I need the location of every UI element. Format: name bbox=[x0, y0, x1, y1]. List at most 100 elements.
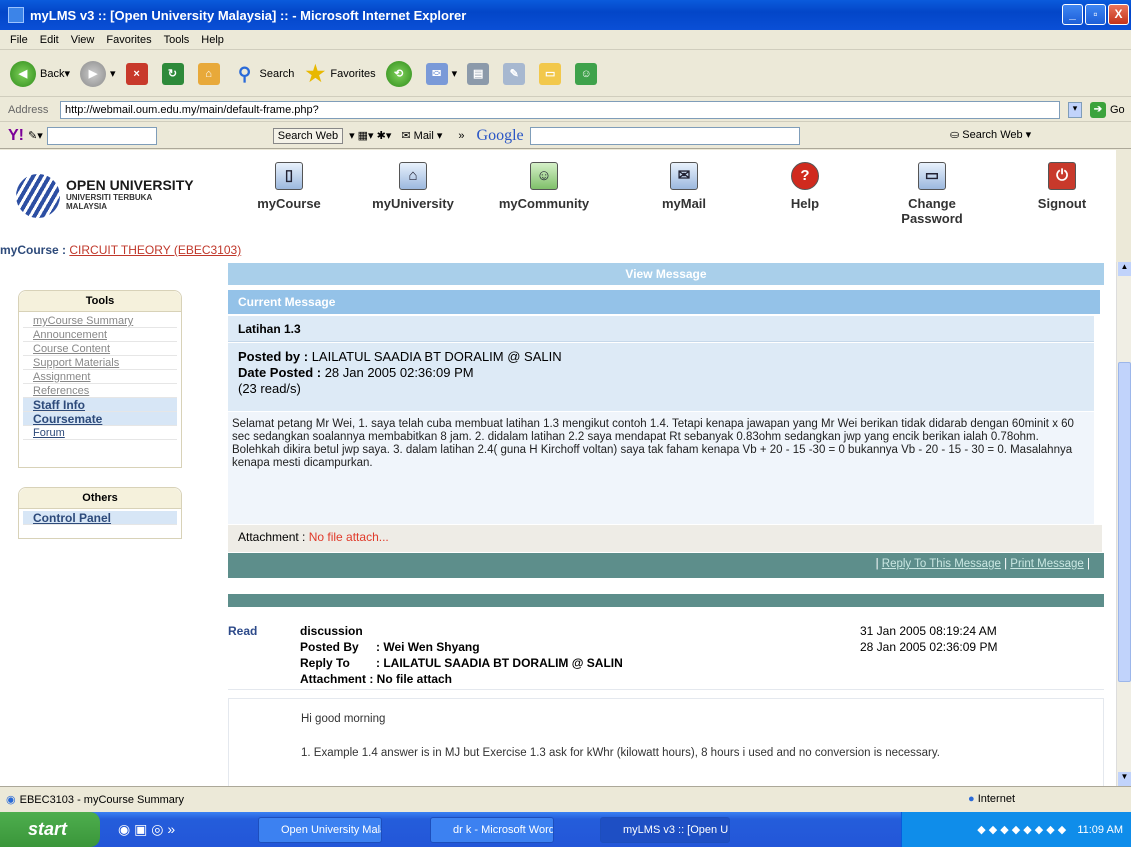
menu-view[interactable]: View bbox=[71, 34, 95, 46]
tools-course-content[interactable]: Course Content bbox=[23, 342, 177, 356]
menu-help[interactable]: Help bbox=[201, 34, 224, 46]
view-message-header: View Message bbox=[228, 263, 1104, 285]
yahoo-mail-button[interactable]: ✉ Mail ▾ bbox=[401, 129, 442, 142]
nav-change-password[interactable]: ▭ Change Password bbox=[882, 162, 982, 226]
folder-button[interactable]: ▭ bbox=[539, 62, 565, 85]
start-button[interactable]: start bbox=[0, 812, 100, 847]
yahoo-search-input[interactable] bbox=[46, 126, 157, 145]
chevron-more-icon[interactable]: » bbox=[458, 130, 464, 142]
address-dropdown-icon[interactable]: ▾ bbox=[1068, 102, 1082, 118]
yahoo-search-web-button[interactable]: Search Web bbox=[272, 127, 344, 144]
message-meta: Posted by : LAILATUL SAADIA BT DORALIM @… bbox=[228, 343, 1094, 411]
history-icon: ⟲ bbox=[385, 60, 412, 87]
reply-subject: discussion bbox=[300, 624, 363, 638]
maximize-button[interactable]: ▫ bbox=[1085, 4, 1106, 25]
reply-to-value: : LAILATUL SAADIA BT DORALIM @ SALIN bbox=[376, 656, 623, 670]
ie-icon bbox=[8, 7, 24, 23]
mail-button[interactable]: ✉ ▾ bbox=[425, 62, 457, 85]
menu-edit[interactable]: Edit bbox=[40, 34, 59, 46]
scroll-thumb[interactable] bbox=[1118, 362, 1131, 682]
google-toolbar-logo[interactable]: Google bbox=[477, 127, 524, 145]
breadcrumb-prefix: myCourse : bbox=[0, 243, 70, 257]
search-button[interactable]: ⚲ Search bbox=[234, 63, 294, 85]
task-open-university[interactable]: Open University Mala... bbox=[258, 817, 382, 843]
tools-references[interactable]: References bbox=[23, 384, 177, 398]
house-icon: ⌂ bbox=[399, 162, 427, 190]
close-button[interactable]: X bbox=[1108, 4, 1129, 25]
date-posted-label: Date Posted : bbox=[238, 365, 325, 380]
tools-coursemate[interactable]: Coursemate bbox=[23, 412, 177, 426]
folder-icon: ▭ bbox=[539, 62, 562, 85]
quick-launch-icons[interactable]: ◉ ▣ ◎ » bbox=[118, 821, 175, 838]
window-titlebar[interactable]: myLMS v3 :: [Open University Malaysia] :… bbox=[0, 0, 1131, 30]
binoculars-icon: ⛀ bbox=[950, 129, 963, 141]
reply-line2: 1. Example 1.4 answer is in MJ but Exerc… bbox=[301, 747, 940, 759]
vertical-scrollbar[interactable]: ▲ ▼ bbox=[1116, 262, 1131, 786]
url-text: http://webmail.oum.edu.my/main/default-f… bbox=[65, 104, 319, 116]
reply-date1: 31 Jan 2005 08:19:24 AM bbox=[860, 624, 997, 638]
message-actions-bar: | Reply To This Message | Print Message … bbox=[228, 553, 1104, 578]
minimize-button[interactable]: _ bbox=[1062, 4, 1083, 25]
messenger-button[interactable]: ☺ bbox=[575, 62, 601, 85]
menu-file[interactable]: File bbox=[10, 34, 28, 46]
refresh-button[interactable]: ↻ bbox=[161, 62, 188, 85]
menu-favorites[interactable]: Favorites bbox=[106, 34, 151, 46]
help-icon: ? bbox=[791, 162, 819, 190]
course-link[interactable]: CIRCUIT THEORY (EBEC3103) bbox=[69, 243, 241, 257]
printer-icon: ▤ bbox=[467, 62, 490, 85]
nav-myuniversity[interactable]: ⌂ myUniversity bbox=[358, 162, 468, 211]
menu-tools[interactable]: Tools bbox=[164, 34, 190, 46]
breadcrumb: myCourse : CIRCUIT THEORY (EBEC3103) bbox=[0, 243, 241, 257]
clock[interactable]: 11:09 AM bbox=[1077, 824, 1123, 836]
favorites-button[interactable]: ★ Favorites bbox=[304, 60, 376, 86]
reply-posted-by: : Wei Wen Shyang bbox=[376, 640, 480, 654]
yahoo-extra-icons[interactable]: ▾ ▦▾ ✱▾ bbox=[349, 129, 391, 142]
tools-staff-info[interactable]: Staff Info bbox=[23, 398, 177, 412]
task-word[interactable]: dr k - Microsoft Word bbox=[430, 817, 554, 843]
tools-support-materials[interactable]: Support Materials bbox=[23, 356, 177, 370]
logo-line2: UNIVERSITI TERBUKA bbox=[66, 193, 153, 202]
nav-mymail[interactable]: ✉ myMail bbox=[644, 162, 724, 211]
message-subject: Latihan 1.3 bbox=[228, 316, 1094, 342]
google-search-web-button[interactable]: ⛀ Search Web ▾ bbox=[950, 128, 1031, 141]
back-button[interactable]: ◀ Back ▾ bbox=[10, 60, 70, 87]
nav-mycommunity[interactable]: ☺ myCommunity bbox=[484, 162, 604, 211]
edit-button[interactable]: ✎ bbox=[503, 62, 529, 85]
print-message-link[interactable]: Print Message bbox=[1010, 558, 1084, 570]
messenger-icon: ☺ bbox=[575, 62, 598, 85]
nav-mycourse[interactable]: ▯ myCourse bbox=[244, 162, 334, 211]
stop-icon: × bbox=[125, 62, 148, 85]
posted-by-label: Posted by : bbox=[238, 349, 312, 364]
home-button[interactable]: ⌂ bbox=[197, 62, 224, 85]
key-card-icon: ▭ bbox=[918, 162, 946, 190]
taskbar: start ◉ ▣ ◎ » Open University Mala... dr… bbox=[0, 812, 1131, 847]
scroll-up-icon[interactable]: ▲ bbox=[1118, 262, 1131, 276]
yahoo-logo[interactable]: Y! bbox=[8, 127, 24, 145]
scroll-down-icon[interactable]: ▼ bbox=[1118, 772, 1131, 786]
oum-logo-icon bbox=[16, 174, 60, 218]
tools-assignment[interactable]: Assignment bbox=[23, 370, 177, 384]
forward-button[interactable]: ▶ ▾ bbox=[80, 60, 116, 87]
print-button[interactable]: ▤ bbox=[467, 62, 493, 85]
others-control-panel[interactable]: Control Panel bbox=[23, 511, 177, 525]
nav-help[interactable]: ? Help bbox=[775, 162, 835, 211]
address-input[interactable]: http://webmail.oum.edu.my/main/default-f… bbox=[60, 101, 1060, 119]
reply-to-message-link[interactable]: Reply To This Message bbox=[882, 558, 1001, 570]
nav-signout[interactable]: ⏻ Signout bbox=[1026, 162, 1098, 211]
tray-icons[interactable]: ◆ ◆ ◆ ◆ ◆ ◆ ◆ ◆ bbox=[977, 824, 1066, 836]
pencil-icon[interactable]: ✎▾ bbox=[28, 129, 43, 142]
star-icon: ★ bbox=[305, 60, 326, 86]
history-button[interactable]: ⟲ bbox=[385, 60, 416, 87]
tools-mycourse-summary[interactable]: myCourse Summary bbox=[23, 314, 177, 328]
globe-icon: ● bbox=[968, 793, 978, 805]
tools-title: Tools bbox=[19, 291, 181, 312]
reply-status: Read bbox=[228, 624, 258, 638]
reply-posted-by-label: Posted By bbox=[300, 640, 359, 654]
go-button[interactable]: ➔ Go bbox=[1090, 102, 1125, 118]
tools-forum[interactable]: Forum bbox=[23, 426, 177, 440]
stop-button[interactable]: × bbox=[125, 62, 152, 85]
logo-line3: MALAYSIA bbox=[66, 202, 108, 211]
tools-announcement[interactable]: Announcement bbox=[23, 328, 177, 342]
task-mylms[interactable]: myLMS v3 :: [Open U... bbox=[600, 817, 730, 843]
google-search-input[interactable] bbox=[529, 126, 800, 145]
